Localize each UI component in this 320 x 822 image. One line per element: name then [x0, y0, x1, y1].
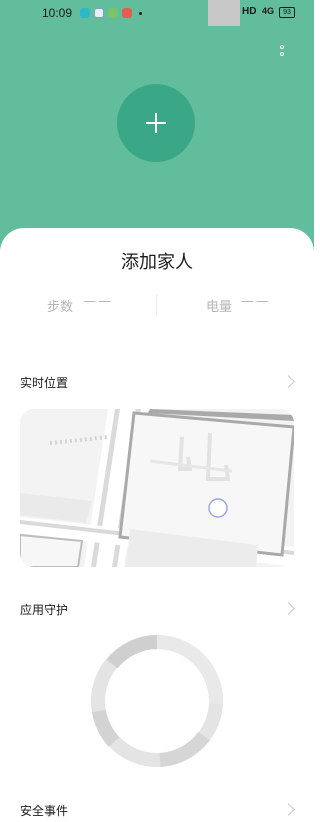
location-map[interactable]: [20, 409, 294, 567]
signal-icon: 4G: [262, 6, 275, 16]
header: 10:09 HD 4G 93: [0, 0, 314, 250]
notification-icon: [94, 8, 104, 18]
steps-label: 步数: [47, 300, 74, 315]
more-notifications-icon: [139, 12, 142, 15]
status-time: 10:09: [42, 6, 73, 20]
battery-value: ——: [241, 294, 271, 309]
redacted-block: [208, 0, 240, 26]
chevron-right-icon[interactable]: [282, 803, 295, 816]
notification-icon: [122, 8, 132, 18]
section-app-guard-title: 应用守护: [20, 603, 69, 617]
notification-icon: [80, 8, 90, 18]
more-dot: [280, 52, 284, 56]
status-bar: 10:09 HD 4G 93: [0, 0, 314, 28]
stat-divider: [156, 294, 157, 316]
battery-icon: 93: [279, 7, 295, 18]
chevron-right-icon[interactable]: [282, 602, 295, 615]
section-location-title: 实时位置: [20, 376, 69, 390]
steps-value: ——: [83, 294, 113, 309]
more-dot: [280, 45, 284, 49]
notification-icon: [108, 8, 118, 18]
page-title: 添加家人: [121, 252, 193, 273]
chevron-right-icon[interactable]: [282, 375, 295, 388]
app-usage-ring[interactable]: [90, 634, 224, 768]
family-card: 添加家人 步数 —— 电量 —— 实时位置 应用守护 安全事件: [0, 228, 314, 822]
add-family-button[interactable]: [117, 84, 195, 162]
plus-icon: [155, 113, 157, 133]
section-safety-events-title: 安全事件: [20, 804, 69, 818]
more-button[interactable]: [276, 44, 288, 62]
ring-chart: [91, 634, 224, 767]
battery-label: 电量: [206, 300, 233, 315]
network-label: HD: [242, 6, 257, 17]
map-graphic: [20, 409, 294, 567]
